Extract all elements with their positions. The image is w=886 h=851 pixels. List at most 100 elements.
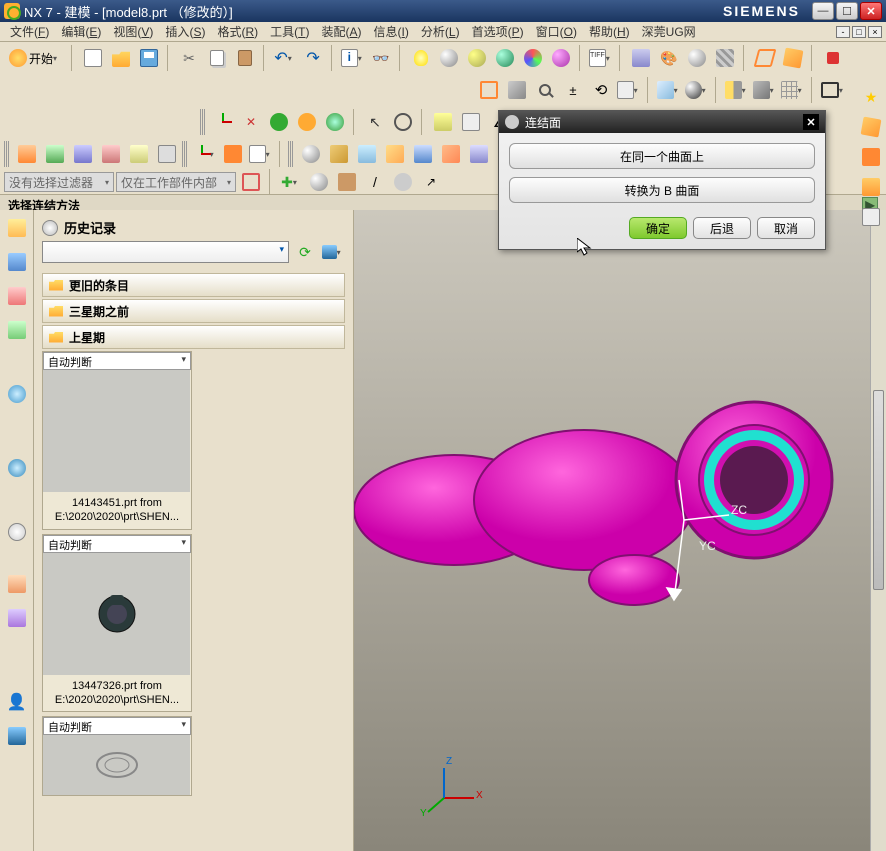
shade2-button[interactable] [464, 45, 490, 71]
shade3-button[interactable] [492, 45, 518, 71]
dialog-cancel-button[interactable]: 取消 [757, 217, 815, 239]
menu-assembly[interactable]: 装配(A) [316, 23, 368, 40]
palette-button[interactable]: 🎨 [656, 45, 682, 71]
close-button[interactable]: ✕ [860, 2, 882, 20]
dialog-ok-button[interactable]: 确定 [629, 217, 687, 239]
menu-analysis[interactable]: 分析(L) [415, 23, 466, 40]
ext1-button[interactable] [14, 141, 40, 167]
rail-scene-button[interactable] [5, 724, 29, 748]
shade1-button[interactable] [436, 45, 462, 71]
dim-button[interactable] [458, 109, 484, 135]
cut-button[interactable]: ✂ [176, 45, 202, 71]
rail-system-button[interactable] [5, 572, 29, 596]
filter-selector-1[interactable]: 没有选择过滤器▾ [4, 172, 114, 192]
menu-prefs[interactable]: 首选项(P) [466, 23, 530, 40]
new-button[interactable] [80, 45, 106, 71]
filter-btn3[interactable] [306, 169, 332, 195]
section-button[interactable]: ▾ [724, 77, 750, 103]
filter-btn5[interactable]: / [362, 169, 388, 195]
layer2-button[interactable]: ▾ [248, 141, 274, 167]
filter-btn2[interactable]: ✚▾ [278, 169, 304, 195]
point-button[interactable]: ✕ [238, 109, 264, 135]
shade5-button[interactable] [548, 45, 574, 71]
pan-button[interactable]: ▾ [616, 77, 642, 103]
ruler-button[interactable] [430, 109, 456, 135]
option-same-surface-button[interactable]: 在同一个曲面上 [509, 143, 815, 169]
cs1-button[interactable]: ▾ [192, 141, 218, 167]
dialog-titlebar[interactable]: 连结面 ✕ [499, 111, 825, 133]
menu-tools[interactable]: 工具(T) [264, 23, 315, 40]
paste-button[interactable] [232, 45, 258, 71]
thumb-3[interactable]: 自动判断 [42, 716, 192, 796]
render1-button[interactable]: ▾ [656, 77, 682, 103]
mdi-restore-button[interactable]: □ [852, 26, 866, 38]
curve3-button[interactable] [322, 109, 348, 135]
scrollbar-thumb[interactable] [873, 390, 884, 590]
graphics-viewport[interactable]: YC ZC X Z Y [354, 210, 886, 851]
minimize-button[interactable]: — [812, 2, 834, 20]
material-button[interactable] [684, 45, 710, 71]
sel2-button[interactable] [390, 109, 416, 135]
filter-selector-2[interactable]: 仅在工作部件内部▾ [116, 172, 236, 192]
curve2-button[interactable] [294, 109, 320, 135]
feat3-button[interactable] [354, 141, 380, 167]
shade4-button[interactable] [520, 45, 546, 71]
box-button[interactable] [752, 45, 778, 71]
rail-web-button[interactable] [5, 456, 29, 480]
feat1-button[interactable] [298, 141, 324, 167]
texture-button[interactable] [712, 45, 738, 71]
start-button[interactable]: 开始▾ [4, 45, 66, 71]
menu-edit[interactable]: 编辑(E) [55, 23, 107, 40]
rotate-button[interactable]: ⟲ [588, 77, 614, 103]
zoom-io-button[interactable]: ± [560, 77, 586, 103]
toolbar-grip-4b[interactable] [182, 141, 188, 167]
menu-ugnet[interactable]: 深莞UG网 [636, 23, 702, 40]
stop-button[interactable] [820, 45, 846, 71]
dialog-back-button[interactable]: 后退 [693, 217, 751, 239]
ext3-button[interactable] [70, 141, 96, 167]
rr4-button[interactable] [858, 174, 884, 200]
tiff-button[interactable]: TIFF▾ [588, 45, 614, 71]
ext4-button[interactable] [98, 141, 124, 167]
rail-materials-button[interactable] [5, 606, 29, 630]
toolbar-grip-4[interactable] [4, 141, 10, 167]
toolbar-grip-4c[interactable] [288, 141, 294, 167]
folder-older[interactable]: 更旧的条目 [42, 273, 345, 297]
zoom-button[interactable] [532, 77, 558, 103]
layer-button[interactable] [628, 45, 654, 71]
redo-button[interactable]: ↷ [300, 45, 326, 71]
feat7-button[interactable] [466, 141, 492, 167]
mdi-close-button[interactable]: × [868, 26, 882, 38]
option-convert-bsurf-button[interactable]: 转换为 B 曲面 [509, 177, 815, 203]
window2-button[interactable]: ▾ [820, 77, 846, 103]
history-refresh-button[interactable]: ⟳ [295, 242, 315, 262]
toolbar-grip[interactable] [200, 109, 206, 135]
clip-button[interactable]: ▾ [752, 77, 778, 103]
rail-roles-button[interactable]: 👤 [5, 690, 29, 714]
menu-view[interactable]: 视图(V) [107, 23, 159, 40]
cs2-button[interactable] [220, 141, 246, 167]
grid-button[interactable]: ▾ [780, 77, 806, 103]
save-button[interactable] [136, 45, 162, 71]
copy-button[interactable] [204, 45, 230, 71]
info-button[interactable]: i▾ [340, 45, 366, 71]
csys-button[interactable] [210, 109, 236, 135]
solid-button[interactable] [780, 45, 806, 71]
feat5-button[interactable] [410, 141, 436, 167]
rr3-button[interactable] [858, 144, 884, 170]
history-view-button[interactable]: ▾ [321, 242, 345, 262]
open-button[interactable] [108, 45, 134, 71]
rr5-button[interactable] [858, 204, 884, 230]
fit-button[interactable] [476, 77, 502, 103]
rail-reuse-button[interactable] [5, 382, 29, 406]
rail-navigator-button[interactable] [5, 216, 29, 240]
bulb-button[interactable] [408, 45, 434, 71]
menu-insert[interactable]: 插入(S) [159, 23, 211, 40]
rr1-button[interactable]: ★ [858, 84, 884, 110]
viewport-scrollbar[interactable] [870, 210, 886, 851]
dialog-close-button[interactable]: ✕ [803, 114, 819, 130]
menu-window[interactable]: 窗口(O) [530, 23, 583, 40]
rail-assembly-button[interactable] [5, 250, 29, 274]
feat2-button[interactable] [326, 141, 352, 167]
folder-lastweek[interactable]: 上星期 [42, 325, 345, 349]
